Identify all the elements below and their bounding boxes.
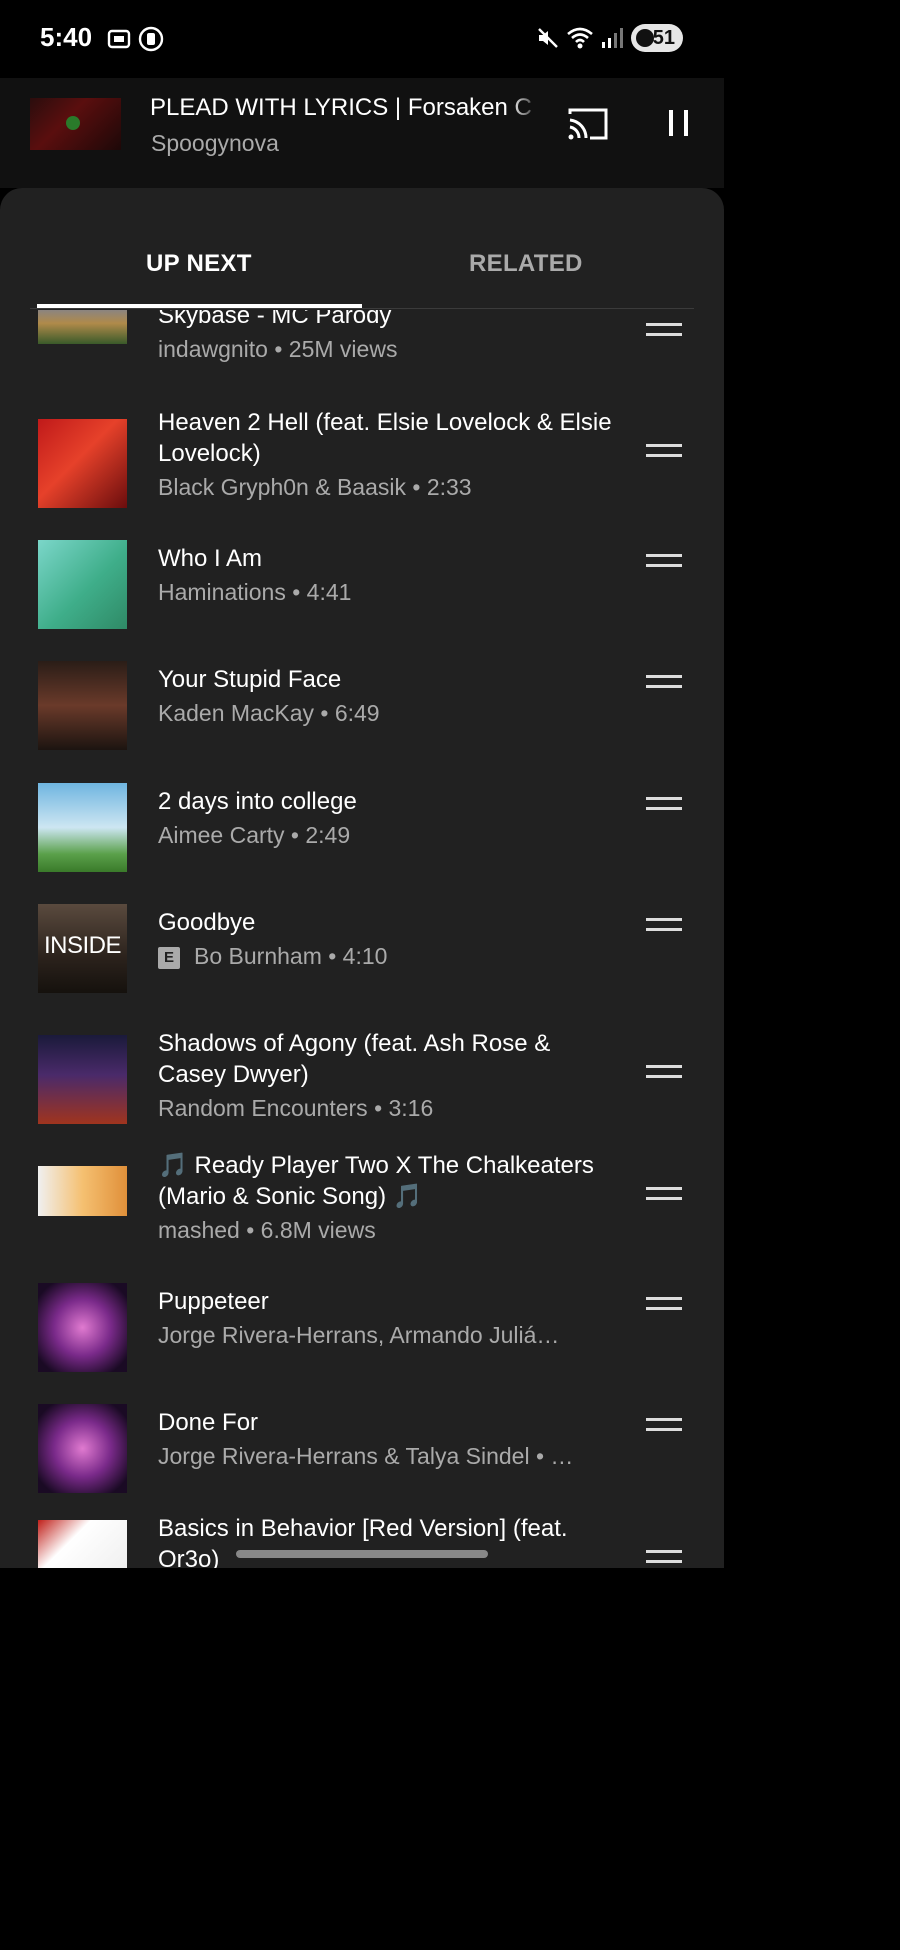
track-subtitle-text: Bo Burnham • 4:10 <box>194 943 388 969</box>
track-title: Basics in Behavior [Red Version] (feat. … <box>158 1515 568 1568</box>
battery-indicator: 51 <box>631 24 683 52</box>
mini-player[interactable]: PLEAD WITH LYRICS | Forsaken C Spoogynov… <box>0 78 724 188</box>
wifi-icon <box>566 26 594 55</box>
drag-handle-icon[interactable] <box>646 1187 682 1201</box>
track-thumbnail <box>38 661 127 750</box>
drag-handle-icon[interactable] <box>646 1065 682 1079</box>
tab-related[interactable]: RELATED <box>469 250 583 278</box>
track-title: Puppeteer <box>158 1288 269 1315</box>
drag-handle-icon[interactable] <box>646 1297 682 1311</box>
track-subtitle: mashed • 6.8M views <box>158 1217 376 1243</box>
track-thumbnail: INSIDE <box>38 904 127 993</box>
now-playing-artist: Spoogynova <box>151 130 279 156</box>
queue-item[interactable]: Done For Jorge Rivera-Herrans & Talya Si… <box>0 1404 724 1517</box>
track-title: Your Stupid Face <box>158 666 342 693</box>
tab-divider <box>30 308 694 309</box>
track-title: Done For <box>158 1409 259 1436</box>
queue-item[interactable]: Who I Am Haminations • 4:41 <box>0 540 724 653</box>
track-thumbnail <box>38 540 127 629</box>
cast-button[interactable] <box>566 106 610 142</box>
drag-handle-icon[interactable] <box>646 444 682 458</box>
pause-button[interactable] <box>664 108 694 138</box>
drag-handle-icon[interactable] <box>646 675 682 689</box>
track-title: 2 days into college <box>158 788 357 815</box>
queue-item[interactable]: Heaven 2 Hell (feat. Elsie Lovelock & El… <box>0 407 724 517</box>
track-title: Heaven 2 Hell (feat. Elsie Lovelock & El… <box>158 409 612 467</box>
track-title: Goodbye <box>158 909 256 936</box>
track-thumbnail <box>38 1520 127 1568</box>
queue-item[interactable]: 🎵 Ready Player Two X The Chalkeaters (Ma… <box>0 1150 724 1260</box>
queue-item[interactable]: Puppeteer Jorge Rivera-Herrans, Armando … <box>0 1283 724 1396</box>
track-title: Shadows of Agony (feat. Ash Rose & Casey… <box>158 1030 551 1088</box>
track-subtitle: Jorge Rivera-Herrans & Talya Sindel • … <box>158 1443 574 1469</box>
queue-item[interactable]: Shadows of Agony (feat. Ash Rose & Casey… <box>0 1028 724 1138</box>
track-subtitle: Jorge Rivera-Herrans, Armando Juliá… <box>158 1322 560 1348</box>
queue-sheet: UP NEXT RELATED Skybase - MC Parody inda… <box>0 188 724 1568</box>
track-title: Skybase - MC Parody <box>158 310 392 329</box>
queue-item[interactable]: 2 days into college Aimee Carty • 2:49 <box>0 783 724 896</box>
drag-handle-icon[interactable] <box>646 1550 682 1564</box>
mini-player-thumbnail[interactable] <box>30 98 121 150</box>
clock: 5:40 <box>40 22 93 52</box>
tab-indicator <box>37 304 362 308</box>
track-thumbnail <box>38 1035 127 1124</box>
pause-icon <box>669 110 688 136</box>
track-thumbnail <box>38 1283 127 1372</box>
track-subtitle: Black Gryph0n & Baasik • 2:33 <box>158 474 472 500</box>
track-thumbnail <box>38 419 127 508</box>
drag-handle-icon[interactable] <box>646 554 682 568</box>
queue-item[interactable]: Skybase - MC Parody indawgnito • 25M vie… <box>0 310 724 410</box>
queue-item[interactable]: INSIDE Goodbye E Bo Burnham • 4:10 <box>0 904 724 1017</box>
track-thumbnail <box>38 1166 127 1216</box>
drag-handle-icon[interactable] <box>646 918 682 932</box>
signal-icon <box>600 26 624 55</box>
queue-item[interactable]: Your Stupid Face Kaden MacKay • 6:49 <box>0 661 724 774</box>
track-subtitle: Random Encounters • 3:16 <box>158 1095 434 1121</box>
track-subtitle: Kaden MacKay • 6:49 <box>158 700 380 726</box>
album-art-text: INSIDE <box>43 932 122 959</box>
home-indicator[interactable] <box>236 1550 488 1558</box>
drag-handle-icon[interactable] <box>646 1418 682 1432</box>
status-bar: 5:40 51 <box>0 0 724 78</box>
explicit-badge: E <box>158 947 180 969</box>
shield-icon <box>138 26 164 57</box>
drag-handle-icon[interactable] <box>646 323 682 337</box>
track-thumbnail <box>38 310 127 344</box>
mute-icon <box>536 26 560 55</box>
track-title: Who I Am <box>158 545 263 572</box>
now-playing-title: PLEAD WITH LYRICS | Forsaken C <box>150 94 540 122</box>
screenshot-icon <box>106 26 132 57</box>
tab-bar: UP NEXT RELATED <box>0 188 724 310</box>
cast-icon <box>568 108 608 140</box>
track-subtitle: indawgnito • 25M views <box>158 336 398 362</box>
tab-up-next[interactable]: UP NEXT <box>146 250 252 278</box>
track-thumbnail <box>38 783 127 872</box>
track-subtitle: Haminations • 4:41 <box>158 579 352 605</box>
track-subtitle: E Bo Burnham • 4:10 <box>158 943 608 970</box>
track-title: 🎵 Ready Player Two X The Chalkeaters (Ma… <box>158 1152 594 1210</box>
drag-handle-icon[interactable] <box>646 797 682 811</box>
track-thumbnail <box>38 1404 127 1493</box>
queue-item[interactable]: Basics in Behavior [Red Version] (feat. … <box>0 1513 724 1568</box>
battery-level: 51 <box>652 26 675 49</box>
battery-saver-icon <box>636 29 654 47</box>
queue-list[interactable]: Skybase - MC Parody indawgnito • 25M vie… <box>0 310 724 1568</box>
track-subtitle: Aimee Carty • 2:49 <box>158 822 351 848</box>
